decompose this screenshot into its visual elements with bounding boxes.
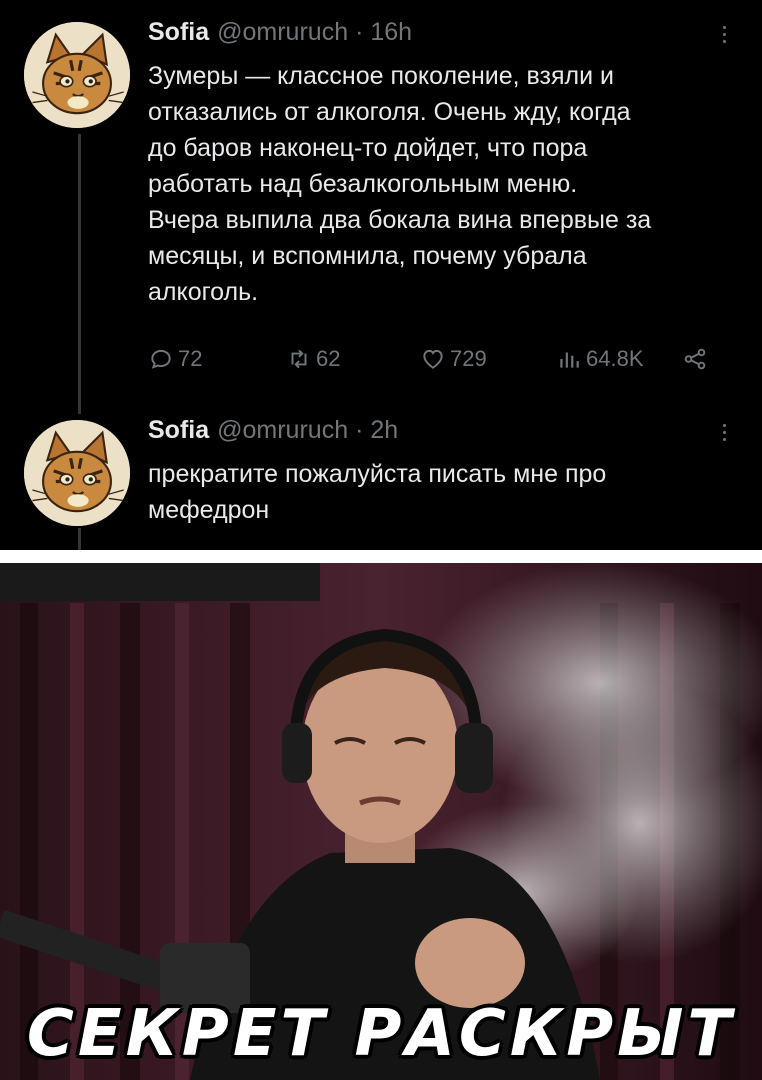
- views-button[interactable]: 64.8K: [556, 342, 644, 376]
- user-handle[interactable]: @omruruch: [217, 416, 348, 444]
- tweet-line: Зумеры — классное поколение, взяли и: [148, 62, 614, 90]
- tweet-thread-screenshot: Sofia @omruruch · 16h Зумеры — классное п…: [0, 0, 762, 550]
- user-handle[interactable]: @omruruch: [217, 18, 348, 46]
- tweet-line: Вчера выпила два бокала вина впервые за: [148, 206, 652, 234]
- timestamp[interactable]: 16h: [370, 18, 412, 46]
- meme-caption: СЕКРЕТ РАСКРЫТ: [26, 997, 736, 1071]
- share-icon: [684, 348, 706, 370]
- reply-button[interactable]: 72: [148, 342, 202, 376]
- tweet-header: Sofia @omruruch · 2h: [148, 416, 398, 445]
- retweet-icon: [291, 349, 307, 369]
- separator-dot: ·: [355, 416, 364, 444]
- display-name[interactable]: Sofia: [148, 416, 209, 444]
- tweet-line: месяцы, и вспомнила, почему убрала: [148, 242, 587, 270]
- share-button[interactable]: [682, 342, 712, 376]
- views-icon: [560, 352, 579, 368]
- timestamp[interactable]: 2h: [370, 416, 398, 444]
- thread-connector-line: [78, 134, 81, 414]
- like-button[interactable]: 729: [420, 342, 487, 376]
- retweet-count: 62: [316, 346, 341, 371]
- tweet-text: Зумеры — классное поколение, взяли и отк…: [148, 58, 744, 310]
- more-options-icon[interactable]: [716, 22, 732, 52]
- tweet-line: работать над безалкогольным меню.: [148, 170, 578, 198]
- cat-avatar-icon[interactable]: [24, 22, 130, 128]
- separator-dot: ·: [355, 18, 364, 46]
- tweet-line: до баров наконец-то дойдет, что пора: [148, 134, 588, 162]
- reply-count: 72: [178, 346, 203, 371]
- reply-icon: [151, 349, 171, 369]
- retweet-button[interactable]: 62: [286, 342, 340, 376]
- cat-avatar-icon[interactable]: [24, 420, 130, 526]
- like-count: 729: [450, 346, 487, 371]
- tweet-line: мефедрон: [148, 496, 270, 524]
- tweet-header: Sofia @omruruch · 16h: [148, 18, 412, 47]
- views-count: 64.8K: [586, 346, 644, 371]
- display-name[interactable]: Sofia: [148, 18, 209, 46]
- more-options-icon[interactable]: [716, 420, 732, 450]
- tweet-line: отказались от алкоголя. Очень жду, когда: [148, 98, 631, 126]
- tweet-line: алкоголь.: [148, 278, 259, 306]
- thread-connector-line: [78, 528, 81, 550]
- tweet-line: прекратите пожалуйста писать мне про: [148, 460, 607, 488]
- like-icon: [423, 349, 443, 369]
- tweet-text: прекратите пожалуйста писать мне про меф…: [148, 456, 744, 528]
